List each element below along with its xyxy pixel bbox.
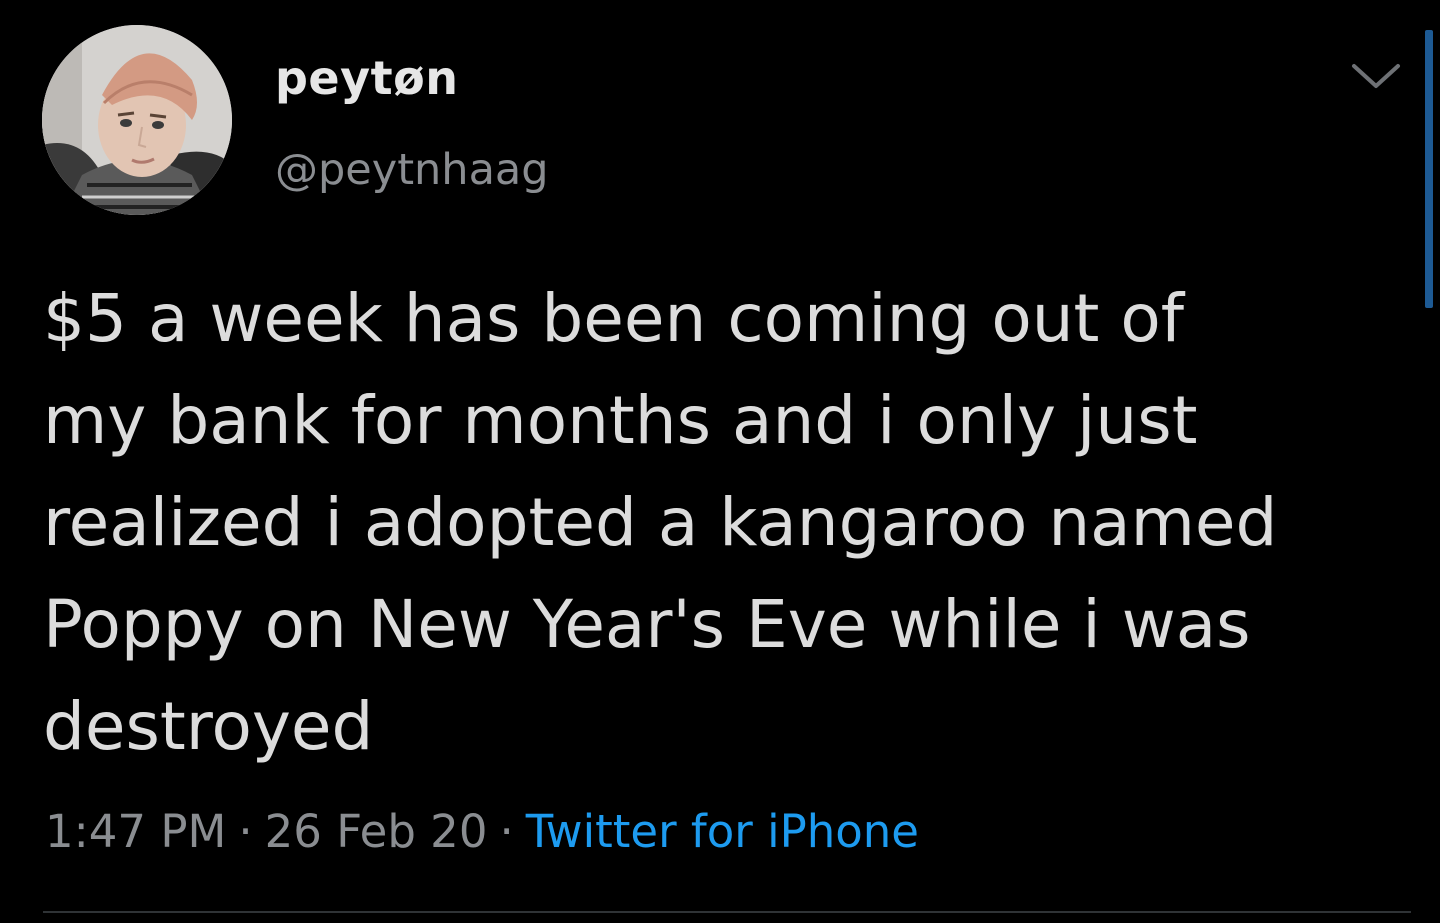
tweet-source-link[interactable]: Twitter for iPhone [526, 805, 919, 858]
tweet-text-line: Poppy on New Year's Eve while i was [43, 586, 1251, 663]
tweet-text-line: realized i adopted a kangaroo named [43, 484, 1278, 561]
meta-separator: · [238, 805, 253, 858]
tweet-date[interactable]: 26 Feb 20 [265, 805, 488, 858]
author-display-name[interactable]: peytøn [275, 48, 458, 108]
tweet-text: $5 a week has been coming out of my bank… [43, 268, 1413, 778]
tweet-text-line: destroyed [43, 688, 374, 765]
author-handle[interactable]: @peytnhaag [275, 140, 549, 200]
tweet-time[interactable]: 1:47 PM [45, 805, 226, 858]
scrollbar[interactable] [1425, 30, 1433, 308]
tweet-text-line: my bank for months and i only just [43, 382, 1198, 459]
avatar[interactable] [42, 25, 232, 215]
tweet: peytøn @peytnhaag $5 a week has been com… [0, 0, 1440, 923]
avatar-photo [42, 25, 232, 215]
divider [43, 911, 1411, 913]
chevron-down-icon[interactable] [1350, 62, 1402, 92]
tweet-meta: 1:47 PM · 26 Feb 20 · Twitter for iPhone [45, 800, 919, 864]
meta-separator: · [499, 805, 514, 858]
tweet-text-line: $5 a week has been coming out of [43, 280, 1185, 357]
